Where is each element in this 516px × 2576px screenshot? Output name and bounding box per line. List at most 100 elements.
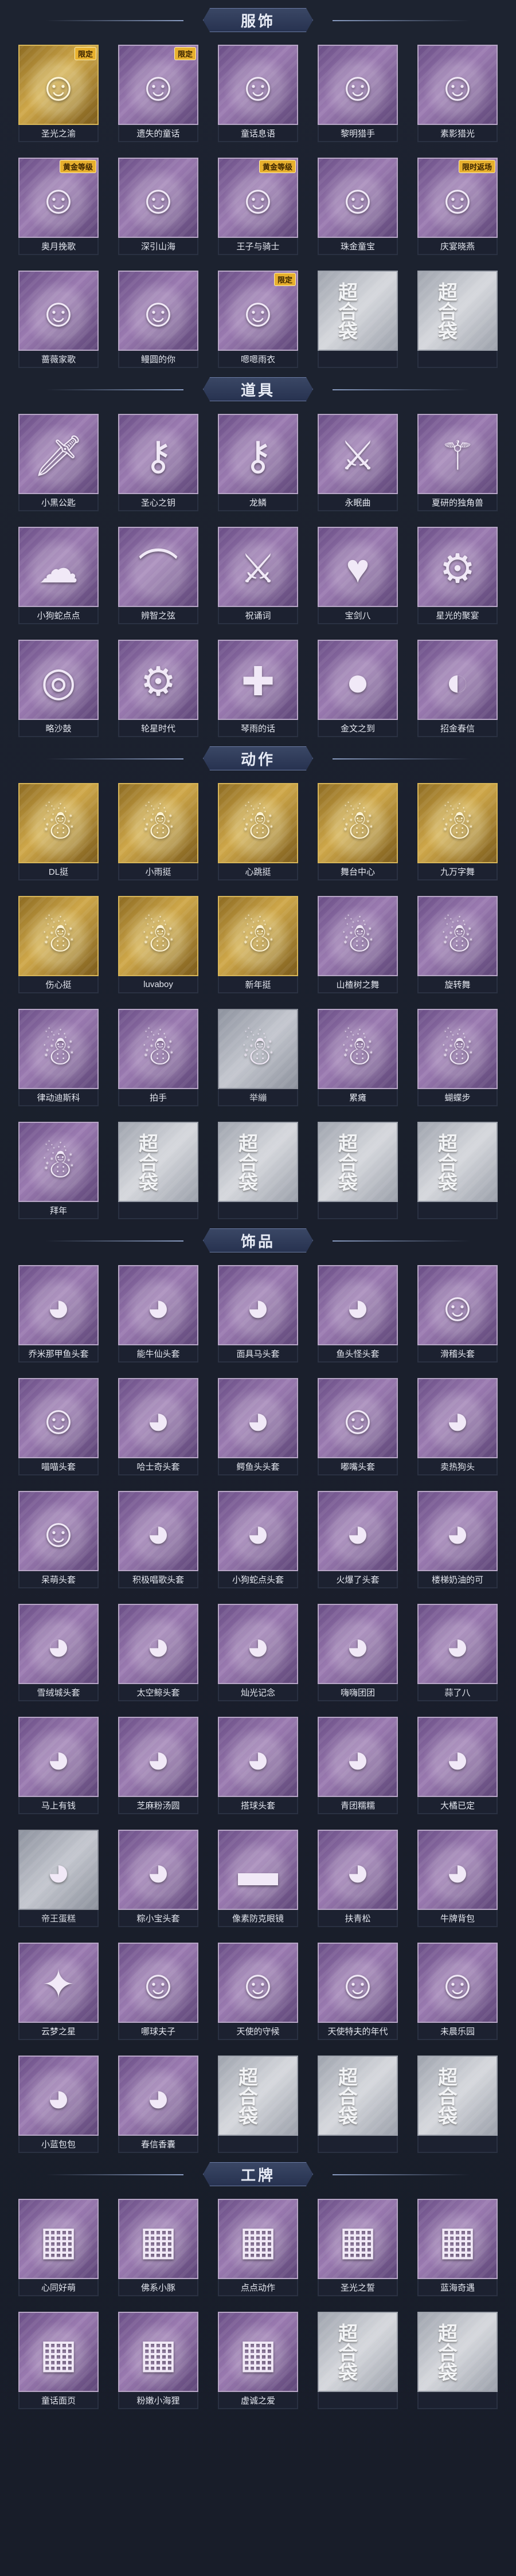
item-cell[interactable]: ☺ 深引山海 [118,158,198,256]
item-cell[interactable]: ◕ 面具马头套 [218,1265,298,1364]
item-cell[interactable]: ⚙ 轮星时代 [118,640,198,738]
item-card[interactable]: ⚔ [218,527,298,607]
item-cell[interactable]: ▦ 粉嫩小海狸 [118,2312,198,2410]
item-cell[interactable]: ◎ 略沙鼓 [18,640,99,738]
item-card[interactable]: ☺ 限时返场 [417,158,498,238]
item-cell[interactable]: 超合袋 [118,1122,198,1220]
item-card[interactable]: ☺ 限定 [18,45,99,125]
item-cell[interactable]: ☃ 山楂树之舞 [318,896,398,995]
item-cell[interactable]: ▦ 童话面页 [18,2312,99,2410]
item-cell[interactable]: ◕ 扶青松 [318,1830,398,1928]
item-card[interactable]: ▦ [318,2199,398,2279]
item-card[interactable]: ◕ [118,2056,198,2136]
item-card[interactable]: 超合袋 [417,271,498,351]
item-card[interactable]: ◕ [318,1491,398,1571]
item-card[interactable]: 超合袋 [318,271,398,351]
item-cell[interactable]: 超合袋 [218,1122,298,1220]
item-card[interactable]: ⚙ [118,640,198,720]
item-cell[interactable]: ▦ 点点动作 [218,2199,298,2297]
item-cell[interactable]: ☺ 天使的守候 [218,1943,298,2041]
item-cell[interactable]: ⌒ 辨智之弦 [118,527,198,625]
item-card[interactable]: ☺ [417,45,498,125]
item-cell[interactable]: 超合袋 [218,2056,298,2154]
item-card[interactable]: ☃ [218,896,298,976]
item-cell[interactable]: ☺ 鳗圆的你 [118,271,198,369]
item-cell[interactable]: ♥ 宝剑八 [318,527,398,625]
item-card[interactable]: ⌒ [118,527,198,607]
item-card[interactable]: ◐ [417,640,498,720]
item-card[interactable]: ☺ [218,45,298,125]
item-card[interactable]: ☺ [18,1378,99,1458]
item-cell[interactable]: ☃ 小雨挺 [118,783,198,882]
item-card[interactable]: ☺ 黄金等级 [18,158,99,238]
item-cell[interactable]: ⚚ 夏研的独角兽 [417,414,498,512]
item-card[interactable]: ☺ 限定 [218,271,298,351]
item-card[interactable]: ◕ [118,1604,198,1684]
item-card[interactable]: ◕ [318,1265,398,1345]
item-cell[interactable]: ▦ 佛系小豚 [118,2199,198,2297]
item-card[interactable]: ☺ [417,1943,498,2023]
item-card[interactable]: ◕ [218,1378,298,1458]
item-cell[interactable]: ☺ 童话息语 [218,45,298,143]
item-card[interactable]: ◕ [318,1717,398,1797]
item-card[interactable]: ☺ 黄金等级 [218,158,298,238]
item-cell[interactable]: ● 金文之到 [318,640,398,738]
item-card[interactable]: ☃ [318,783,398,863]
item-cell[interactable]: ◕ 春信香囊 [118,2056,198,2154]
item-card[interactable]: ☃ [118,896,198,976]
item-cell[interactable]: ☺ 滑稽头套 [417,1265,498,1364]
item-cell[interactable]: ◕ 嗨嗨团团 [318,1604,398,1702]
item-cell[interactable]: ☃ 拜年 [18,1122,99,1220]
item-card[interactable]: 超合袋 [417,2312,498,2392]
item-card[interactable]: ☺ [318,1943,398,2023]
item-cell[interactable]: ◕ 粽小宝头套 [118,1830,198,1928]
item-card[interactable]: ☃ [18,783,99,863]
item-cell[interactable]: ◕ 太空鲸头套 [118,1604,198,1702]
item-cell[interactable]: ⚔ 祝诵词 [218,527,298,625]
item-card[interactable]: ◕ [218,1604,298,1684]
item-cell[interactable]: ☃ 举繃 [218,1009,298,1107]
item-card[interactable]: ☺ [318,158,398,238]
item-card[interactable]: ☺ [417,1265,498,1345]
item-cell[interactable]: ☺ 喵喵头套 [18,1378,99,1477]
item-card[interactable]: ⚷ [118,414,198,494]
item-card[interactable]: ▦ [218,2312,298,2392]
item-card[interactable]: ◕ [118,1717,198,1797]
item-cell[interactable]: ◕ 火爆了头套 [318,1491,398,1590]
item-cell[interactable]: ◕ 马上有钱 [18,1717,99,1815]
item-cell[interactable]: ▦ 心同好萌 [18,2199,99,2297]
item-cell[interactable]: ☺ 黄金等级 王子与骑士 [218,158,298,256]
item-cell[interactable]: ◕ 蒜了八 [417,1604,498,1702]
item-card[interactable]: ◕ [18,1604,99,1684]
item-card[interactable]: ♥ [318,527,398,607]
item-cell[interactable]: ☺ 限时返场 庆宴晓燕 [417,158,498,256]
item-cell[interactable]: ☺ 天使特夫的年代 [318,1943,398,2041]
item-card[interactable]: ☺ [18,271,99,351]
item-card[interactable]: ◕ [18,1717,99,1797]
item-card[interactable]: 超合袋 [318,2056,398,2136]
item-cell[interactable]: ◕ 小蓝包包 [18,2056,99,2154]
item-card[interactable]: ◕ [417,1491,498,1571]
item-card[interactable]: ⚙ [417,527,498,607]
item-cell[interactable]: ◕ 积极唱歌头套 [118,1491,198,1590]
item-cell[interactable]: ◕ 能牛仙头套 [118,1265,198,1364]
item-card[interactable]: ☺ [318,1378,398,1458]
item-cell[interactable]: ◕ 鱼头怪头套 [318,1265,398,1364]
item-card[interactable]: ☺ [18,1491,99,1571]
item-card[interactable]: ☃ [318,1009,398,1089]
item-card[interactable]: ◕ [417,1604,498,1684]
item-card[interactable]: ▦ [18,2312,99,2392]
item-card[interactable]: 超合袋 [218,2056,298,2136]
item-cell[interactable]: ◕ 牛牌背包 [417,1830,498,1928]
item-card[interactable]: ☃ [417,783,498,863]
item-cell[interactable]: ◕ 卖热狗头 [417,1378,498,1477]
item-cell[interactable]: ◕ 灿光记念 [218,1604,298,1702]
item-card[interactable]: 🗡 [18,414,99,494]
item-card[interactable]: ☺ [318,45,398,125]
item-cell[interactable]: ☃ 蝴蝶步 [417,1009,498,1107]
item-card[interactable]: ☁ [18,527,99,607]
item-cell[interactable]: ⚔ 永眠曲 [318,414,398,512]
item-card[interactable]: 超合袋 [318,2312,398,2392]
item-cell[interactable]: ◐ 招金春信 [417,640,498,738]
item-card[interactable]: ◕ [417,1378,498,1458]
